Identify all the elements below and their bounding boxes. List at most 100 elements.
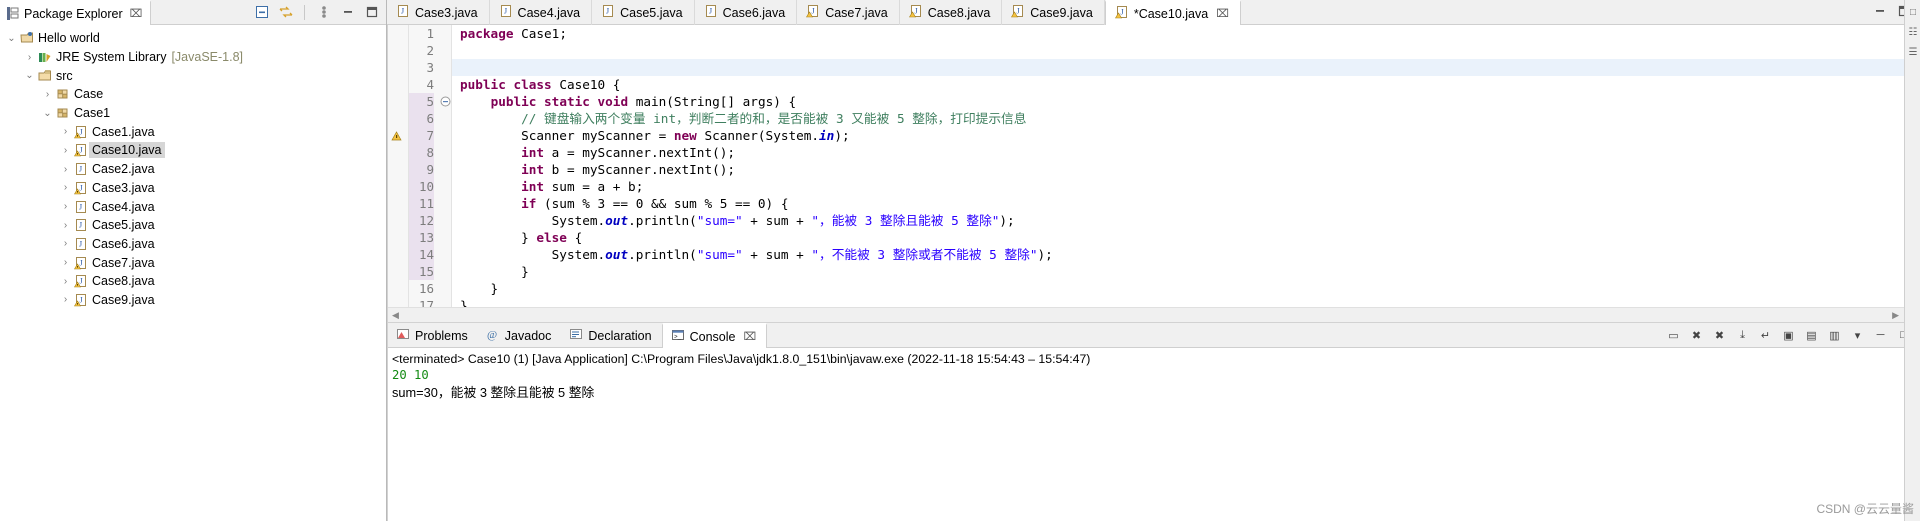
project-tree[interactable]: ⌄ Hello world › JRE System Library [JavaSE-1… bbox=[0, 25, 386, 521]
code-line[interactable]: public static void main(String[] args) { bbox=[452, 93, 1919, 110]
console-output[interactable]: <terminated> Case10 (1) [Java Applicatio… bbox=[388, 348, 1919, 521]
code-line[interactable]: System.out.println("sum=" + sum + "，不能被 … bbox=[452, 246, 1919, 263]
chevron-right-icon[interactable]: › bbox=[59, 182, 72, 193]
minimize-icon[interactable]: ─ bbox=[1873, 328, 1888, 343]
chevron-right-icon[interactable]: › bbox=[59, 220, 72, 231]
restore-icon[interactable]: □ bbox=[1905, 4, 1920, 20]
code-line[interactable]: System.out.println("sum=" + sum + "，能被 3… bbox=[452, 212, 1919, 229]
java-file-warning-icon: J bbox=[1114, 5, 1129, 22]
editor-tab-case4java[interactable]: J Case4.java bbox=[490, 0, 593, 25]
tree-item-case9-java[interactable]: › J Case9.java bbox=[0, 291, 386, 310]
code-line[interactable]: int b = myScanner.nextInt(); bbox=[452, 161, 1919, 178]
console-input-echo: 20 10 bbox=[392, 368, 429, 382]
tree-item-case1[interactable]: ⌄ Case1 bbox=[0, 104, 386, 123]
editor-tab-case5java[interactable]: J Case5.java bbox=[592, 0, 695, 25]
code-line[interactable]: int a = myScanner.nextInt(); bbox=[452, 144, 1919, 161]
tree-item-case[interactable]: › Case bbox=[0, 85, 386, 104]
tab-package-explorer[interactable]: Package Explorer ⌧ bbox=[0, 0, 152, 25]
folding-column[interactable] bbox=[439, 25, 452, 322]
scroll-right-arrow-icon[interactable]: ▶ bbox=[1892, 310, 1899, 321]
fold-cell bbox=[439, 246, 451, 263]
bottom-tab-javadoc[interactable]: @ Javadoc bbox=[478, 323, 562, 348]
tree-item-case7-java[interactable]: › J Case7.java bbox=[0, 253, 386, 272]
bottom-tab-problems[interactable]: Problems bbox=[388, 323, 478, 348]
editor-tab-label: Case4.java bbox=[517, 5, 581, 20]
code-line[interactable]: // 键盘输入两个变量 int，判断二者的和，是否能被 3 又能被 5 整除，打… bbox=[452, 110, 1919, 127]
tree-item-label: src bbox=[56, 68, 73, 83]
chevron-right-icon[interactable]: › bbox=[59, 126, 72, 137]
tree-item-case4-java[interactable]: › J Case4.java bbox=[0, 197, 386, 216]
minimize-icon[interactable] bbox=[1873, 4, 1887, 21]
remove-all-terminated-icon[interactable]: ✖ bbox=[1712, 328, 1727, 343]
word-wrap-icon[interactable]: ↵ bbox=[1758, 328, 1773, 343]
code-line[interactable]: } bbox=[452, 263, 1919, 280]
code-line[interactable]: package Case1; bbox=[452, 25, 1919, 42]
editor-tab-case3java[interactable]: J Case3.java bbox=[387, 0, 490, 25]
editor-tab-case10java[interactable]: J *Case10.java ⌧ bbox=[1104, 0, 1241, 25]
link-with-editor-icon[interactable] bbox=[278, 5, 293, 20]
maximize-icon[interactable] bbox=[364, 5, 379, 20]
marker-cell bbox=[388, 229, 408, 246]
fold-collapse-icon[interactable] bbox=[439, 93, 451, 110]
open-console-icon[interactable]: ▥ bbox=[1827, 328, 1842, 343]
chevron-down-icon[interactable]: ⌄ bbox=[23, 70, 36, 81]
chevron-right-icon[interactable]: › bbox=[59, 276, 72, 287]
tree-item-case6-java[interactable]: › J Case6.java bbox=[0, 235, 386, 254]
code-line[interactable]: if (sum % 3 == 0 && sum % 5 == 0) { bbox=[452, 195, 1919, 212]
task-list-icon[interactable]: ☰ bbox=[1905, 44, 1920, 60]
editor-tab-case8java[interactable]: J Case8.java bbox=[900, 0, 1003, 25]
close-icon[interactable]: ⌧ bbox=[130, 7, 143, 20]
tree-item-jre-system-library[interactable]: › JRE System Library [JavaSE-1.8] bbox=[0, 48, 386, 67]
minimize-icon[interactable] bbox=[340, 5, 355, 20]
chevron-right-icon[interactable]: › bbox=[59, 257, 72, 268]
marker-column[interactable] bbox=[388, 25, 409, 322]
chevron-right-icon[interactable]: › bbox=[59, 238, 72, 249]
tree-item-case2-java[interactable]: › J Case2.java bbox=[0, 160, 386, 179]
scroll-left-arrow-icon[interactable]: ◀ bbox=[392, 310, 399, 321]
warning-marker-icon[interactable] bbox=[388, 127, 408, 144]
code-editor[interactable]: 1 2 3 4 5 6 7 8 9 10 11 12 13 14 15 16 17 package Case1;… bbox=[387, 25, 1920, 322]
editor-tab-case6java[interactable]: J Case6.java bbox=[695, 0, 798, 25]
code-line[interactable]: int sum = a + b; bbox=[452, 178, 1919, 195]
tree-item-src[interactable]: ⌄ src bbox=[0, 66, 386, 85]
chevron-down-icon[interactable]: ⌄ bbox=[5, 33, 18, 44]
tree-item-case5-java[interactable]: › J Case5.java bbox=[0, 216, 386, 235]
code-line[interactable]: Scanner myScanner = new Scanner(System.i… bbox=[452, 127, 1919, 144]
tree-item-case3-java[interactable]: › J Case3.java bbox=[0, 179, 386, 198]
clear-console-icon[interactable]: ▭ bbox=[1666, 328, 1681, 343]
fold-cell bbox=[439, 127, 451, 144]
display-selected-console-icon[interactable]: ▤ bbox=[1804, 328, 1819, 343]
chevron-right-icon[interactable]: › bbox=[59, 294, 72, 305]
editor-tab-case9java[interactable]: J Case9.java bbox=[1002, 0, 1105, 25]
view-menu-icon[interactable]: ▾ bbox=[1850, 328, 1865, 343]
line-number: 7 bbox=[409, 127, 434, 144]
chevron-right-icon[interactable]: › bbox=[59, 164, 72, 175]
scroll-lock-icon[interactable]: ⤓ bbox=[1735, 328, 1750, 343]
outline-view-icon[interactable]: ☷ bbox=[1905, 24, 1920, 40]
code-text-area[interactable]: package Case1; import java.util.Scanner;… bbox=[452, 25, 1919, 322]
code-line[interactable]: } else { bbox=[452, 229, 1919, 246]
chevron-down-icon[interactable]: ⌄ bbox=[41, 108, 54, 119]
tree-item-case10-java[interactable]: › J Case10.java bbox=[0, 141, 386, 160]
collapse-all-icon[interactable] bbox=[254, 5, 269, 20]
tree-item-hello-world[interactable]: ⌄ Hello world bbox=[0, 29, 386, 48]
close-icon[interactable]: ⌧ bbox=[743, 330, 756, 343]
code-line[interactable] bbox=[452, 42, 1919, 59]
code-line[interactable]: } bbox=[452, 280, 1919, 297]
java-file-warning-icon: J bbox=[72, 274, 89, 288]
chevron-right-icon[interactable]: › bbox=[59, 201, 72, 212]
close-icon[interactable]: ⌧ bbox=[1216, 7, 1229, 20]
tree-item-case8-java[interactable]: › J Case8.java bbox=[0, 272, 386, 291]
chevron-right-icon[interactable]: › bbox=[41, 89, 54, 100]
bottom-tab-declaration[interactable]: Declaration bbox=[561, 323, 661, 348]
chevron-right-icon[interactable]: › bbox=[59, 145, 72, 156]
editor-horizontal-scrollbar[interactable]: ◀ ▶ bbox=[388, 307, 1919, 322]
terminate-icon[interactable]: ✖ bbox=[1689, 328, 1704, 343]
tree-item-case1-java[interactable]: › J Case1.java bbox=[0, 122, 386, 141]
pin-console-icon[interactable]: ▣ bbox=[1781, 328, 1796, 343]
bottom-tab-console[interactable]: >_ Console ⌧ bbox=[661, 323, 768, 348]
chevron-right-icon[interactable]: › bbox=[23, 52, 36, 63]
code-line[interactable]: public class Case10 { bbox=[452, 76, 1919, 93]
view-menu-icon[interactable] bbox=[316, 5, 331, 20]
editor-tab-case7java[interactable]: J Case7.java bbox=[797, 0, 900, 25]
